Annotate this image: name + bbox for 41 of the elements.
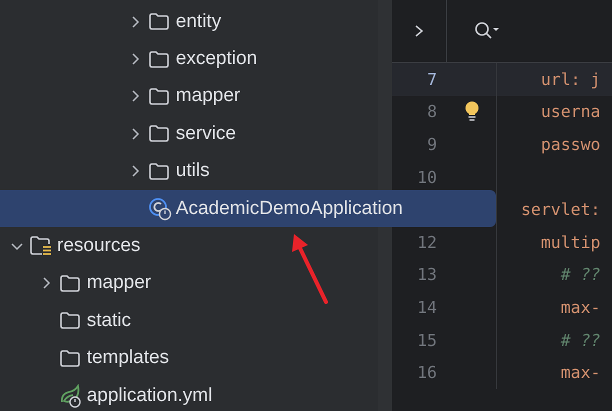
resources-folder-icon xyxy=(29,235,53,258)
tree-item[interactable]: service xyxy=(0,115,378,153)
tree-item[interactable]: templates xyxy=(0,340,378,377)
tree-item[interactable]: mapper xyxy=(0,264,378,302)
tree-item[interactable]: resources xyxy=(0,227,378,265)
folder-icon xyxy=(148,162,170,181)
code-line: max- xyxy=(560,363,600,382)
line-number: 13 xyxy=(416,265,437,284)
folder-icon xyxy=(148,124,170,144)
lightbulb-icon[interactable] xyxy=(464,100,480,123)
folder-icon xyxy=(58,348,81,368)
line-number: 9 xyxy=(426,134,437,154)
class-run-icon xyxy=(148,196,172,221)
line-number: 12 xyxy=(416,232,437,252)
code-line: userna xyxy=(540,102,600,122)
folder-icon xyxy=(58,274,81,293)
line-number: 7 xyxy=(426,70,437,89)
tree-item[interactable]: application.yml xyxy=(0,376,378,411)
folder-icon xyxy=(58,311,81,330)
tree-item[interactable]: AcademicDemoApplication xyxy=(0,190,496,228)
line-number: 15 xyxy=(416,330,437,350)
tree-item[interactable]: utils xyxy=(0,152,378,190)
code-line: # ?? xyxy=(560,265,600,284)
code-line: url: j xyxy=(540,70,600,89)
tree-item[interactable]: mapper xyxy=(0,78,378,116)
code-line: multip xyxy=(540,232,600,252)
folder-icon xyxy=(148,86,170,106)
line-number: 8 xyxy=(426,102,437,122)
folder-icon xyxy=(148,50,170,69)
code-line: servlet: xyxy=(520,200,600,220)
line-number: 16 xyxy=(416,363,437,382)
code-line: passwo xyxy=(540,134,600,154)
code-line: max- xyxy=(560,298,600,317)
tree-item[interactable]: exception xyxy=(0,40,378,78)
line-number: 14 xyxy=(416,298,437,317)
spring-leaf-icon xyxy=(58,384,83,408)
tree-item[interactable]: static xyxy=(0,302,378,340)
line-number: 10 xyxy=(416,168,437,187)
folder-icon xyxy=(148,12,170,32)
tree-item[interactable]: entity xyxy=(0,3,378,40)
code-line: # ?? xyxy=(560,330,600,350)
